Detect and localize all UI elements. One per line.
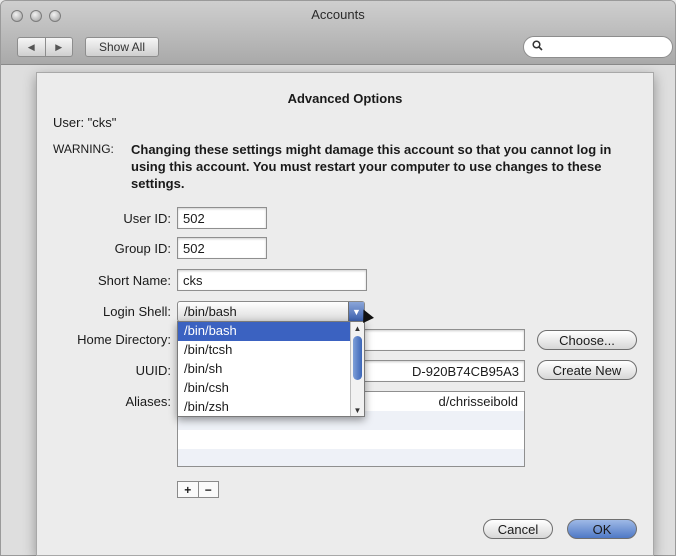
warning-text: Changing these settings might damage thi… [131, 142, 612, 191]
menu-item-zsh[interactable]: /bin/zsh [178, 398, 364, 417]
menu-item-bash[interactable]: /bin/bash [178, 322, 364, 341]
back-arrow-icon[interactable]: ◀ [18, 38, 45, 56]
menu-item-tcsh[interactable]: /bin/tcsh [178, 341, 364, 360]
user-line: User: "cks" [53, 115, 117, 130]
sheet-title: Advanced Options [287, 91, 403, 106]
forward-arrow-icon[interactable]: ▶ [44, 38, 73, 56]
user-id-label: User ID: [123, 211, 171, 226]
menu-item-csh[interactable]: /bin/csh [178, 379, 364, 398]
ok-button[interactable]: OK [567, 519, 637, 539]
search-input[interactable] [523, 36, 673, 58]
user-id-field[interactable]: 502 [177, 207, 267, 229]
choose-button[interactable]: Choose... [537, 330, 637, 350]
short-name-label: Short Name: [98, 273, 171, 288]
login-shell-label: Login Shell: [103, 304, 171, 319]
remove-alias-button[interactable]: − [197, 482, 219, 497]
add-alias-button[interactable]: + [178, 482, 198, 497]
login-shell-popup[interactable]: /bin/bash ▼ [177, 301, 365, 322]
scroll-up-arrow-icon[interactable]: ▲ [351, 322, 364, 334]
show-all-button[interactable]: Show All [85, 37, 159, 57]
scroll-down-arrow-icon[interactable]: ▼ [351, 404, 364, 416]
login-shell-value: /bin/bash [184, 304, 237, 319]
short-name-field[interactable]: cks [177, 269, 367, 291]
search-icon [532, 40, 543, 54]
titlebar: Accounts ◀ ▶ Show All [1, 1, 675, 65]
scroll-thumb[interactable] [353, 336, 362, 380]
uuid-label: UUID: [135, 363, 171, 378]
window-title: Accounts [311, 7, 365, 22]
aliases-label: Aliases: [125, 394, 171, 409]
list-item [178, 449, 524, 466]
menu-scrollbar[interactable]: ▲ ▼ [350, 322, 364, 416]
group-id-label: Group ID: [114, 241, 171, 256]
list-item [178, 430, 524, 449]
alias-add-remove-buttons: + − [177, 481, 219, 498]
advanced-options-sheet: Advanced Options User: "cks" WARNING: Ch… [36, 72, 654, 556]
back-forward-buttons: ◀ ▶ [17, 37, 73, 57]
login-shell-menu: /bin/bash /bin/tcsh /bin/sh /bin/csh /bi… [177, 321, 365, 417]
home-directory-label: Home Directory: [77, 332, 171, 347]
create-new-button[interactable]: Create New [537, 360, 637, 380]
warning-label: WARNING: [53, 142, 114, 156]
group-id-field[interactable]: 502 [177, 237, 267, 259]
menu-item-sh[interactable]: /bin/sh [178, 360, 364, 379]
cancel-button[interactable]: Cancel [483, 519, 553, 539]
